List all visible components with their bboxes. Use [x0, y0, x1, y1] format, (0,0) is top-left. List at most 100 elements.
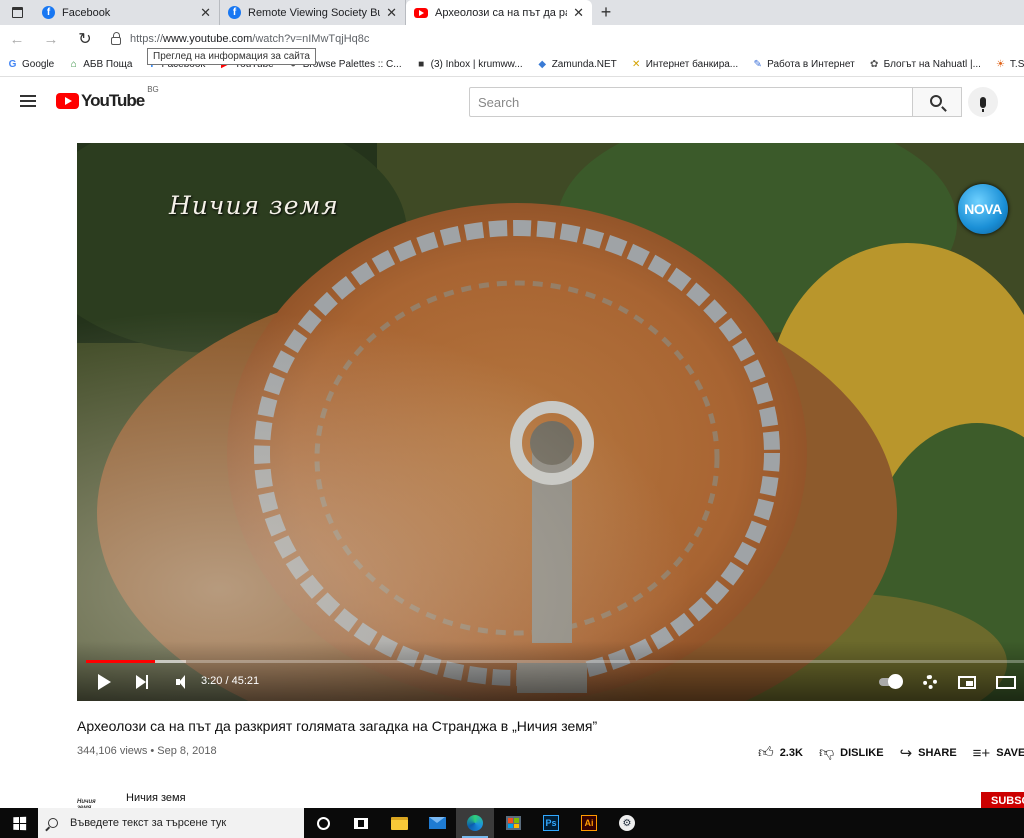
bookmark-label: Zamunda.NET — [551, 59, 617, 70]
url-scheme: https:// — [130, 33, 164, 45]
progress-bar[interactable] — [86, 660, 1024, 663]
bookmark-favicon-icon: G — [8, 59, 17, 70]
bookmark-label: Работа в Интернет — [767, 59, 855, 70]
new-tab-button[interactable]: + — [592, 0, 620, 25]
volume-button[interactable] — [167, 671, 189, 693]
bookmark-favicon-icon: ☀ — [995, 59, 1005, 70]
share-label: SHARE — [918, 747, 957, 759]
miniplayer-button[interactable] — [957, 671, 977, 693]
bookmark-item[interactable]: ✿ Блогът на Nahuatl |... — [862, 59, 988, 70]
bookmark-favicon-icon: ■ — [418, 59, 425, 70]
illustrator-button[interactable]: Ai — [570, 808, 608, 838]
subscribe-button[interactable]: SUBSCRIBE — [981, 792, 1024, 808]
save-button[interactable]: ≡+ SAVE — [973, 745, 1024, 762]
played-fill — [86, 660, 155, 663]
voice-search-button[interactable] — [968, 87, 998, 117]
channel-name[interactable]: Ничия земя — [126, 792, 186, 804]
bookmark-item[interactable]: ☀ T.S. Wittelsbach — [988, 59, 1024, 70]
like-button[interactable]: 👍︎ 2.3K — [758, 744, 803, 762]
like-count: 2.3K — [779, 747, 803, 759]
bookmark-label: Google — [22, 59, 55, 70]
bookmark-item[interactable]: ■ (3) Inbox | krumww... — [409, 59, 530, 70]
autoplay-toggle[interactable] — [875, 671, 905, 693]
video-title: Археолози са на път да разкрият голямата… — [77, 718, 598, 734]
edge-button[interactable] — [456, 808, 494, 838]
reload-icon[interactable]: ↻ — [68, 29, 102, 49]
search-input[interactable] — [478, 94, 912, 110]
tab-facebook[interactable]: f Facebook ✕ — [34, 0, 220, 25]
tab-title: Археолози са на път да разкрият — [435, 6, 567, 19]
share-button[interactable]: ↪ SHARE — [900, 744, 957, 762]
bookmark-favicon-icon: ✎ — [753, 59, 762, 70]
logo-text: YouTube — [81, 91, 145, 110]
search-button[interactable] — [912, 87, 962, 117]
time-display: 3:20 / 45:21 — [201, 675, 260, 687]
next-button[interactable] — [131, 671, 153, 693]
channel-watermark-logo: NOVA — [958, 184, 1008, 234]
steam-button[interactable]: ⚙ — [608, 808, 646, 838]
bookmark-item[interactable]: ◆ Zamunda.NET — [530, 59, 624, 70]
bookmark-favicon-icon: ◆ — [538, 59, 547, 70]
youtube-header: YouTube BG — [0, 77, 1024, 125]
forward-arrow-icon[interactable]: → — [34, 31, 68, 48]
tab-remote-viewing[interactable]: f Remote Viewing Society Bulgaria ✕ — [220, 0, 406, 25]
youtube-logo[interactable]: YouTube BG — [56, 85, 159, 111]
play-button[interactable] — [93, 671, 115, 693]
bookmark-label: Browse Palettes :: C... — [302, 59, 402, 70]
facebook-icon: f — [228, 6, 241, 19]
close-tab-icon[interactable]: ✕ — [386, 5, 397, 21]
video-player[interactable]: Ничия земя NOVA 3:20 / 45:21 — [77, 143, 1024, 701]
volume-icon — [176, 675, 185, 689]
windows-logo-icon — [12, 816, 26, 830]
menu-icon[interactable] — [0, 95, 56, 107]
task-view-button[interactable] — [342, 808, 380, 838]
country-code: BG — [147, 85, 159, 94]
mail-button[interactable] — [418, 808, 456, 838]
search-icon — [48, 818, 58, 828]
current-time: 3:20 — [201, 675, 223, 687]
share-icon: ↪ — [899, 745, 913, 762]
bookmark-item[interactable]: ✎ Работа в Интернет — [745, 59, 862, 70]
bookmark-favicon-icon: ✿ — [869, 59, 879, 70]
windows-taskbar: Въведете текст за търсене тук Ps Ai ⚙ — [0, 808, 1024, 838]
tab-youtube-video[interactable]: Археолози са на път да разкрият ✕ — [406, 0, 592, 25]
steam-icon: ⚙ — [619, 815, 635, 831]
cortana-button[interactable] — [304, 808, 342, 838]
bookmark-label: Блогът на Nahuatl |... — [883, 59, 981, 70]
photoshop-button[interactable]: Ps — [532, 808, 570, 838]
bookmark-label: АБВ Поща — [83, 59, 133, 70]
task-view-icon — [354, 817, 368, 829]
close-tab-icon[interactable]: ✕ — [200, 5, 211, 21]
view-count: 344,106 views — [77, 745, 148, 757]
thumbs-up-icon: 👍︎ — [758, 744, 774, 761]
tab-actions-menu-icon[interactable] — [0, 0, 34, 25]
lock-icon[interactable] — [102, 30, 130, 48]
bookmark-label: Интернет банкира... — [645, 59, 739, 70]
duration: 45:21 — [231, 675, 260, 687]
theater-mode-button[interactable] — [994, 671, 1018, 693]
miniplayer-icon — [958, 675, 976, 689]
store-icon — [505, 816, 521, 830]
youtube-play-icon — [56, 93, 79, 109]
microphone-icon — [980, 96, 986, 112]
upload-date: Sep 8, 2018 — [157, 745, 217, 757]
bookmark-label: (3) Inbox | krumww... — [430, 59, 523, 70]
store-button[interactable] — [494, 808, 532, 838]
back-arrow-icon[interactable]: ← — [0, 31, 34, 48]
video-overlay-title: Ничия земя — [169, 191, 339, 220]
bookmark-item[interactable]: ⌂ АБВ Поща — [61, 59, 139, 70]
browser-tab-strip: f Facebook ✕ f Remote Viewing Society Bu… — [0, 0, 1024, 25]
close-tab-icon[interactable]: ✕ — [573, 5, 584, 21]
video-actions: 👍︎ 2.3K 👎︎ DISLIKE ↪ SHARE ≡+ SAVE — [758, 744, 1024, 762]
illustrator-icon: Ai — [581, 815, 597, 831]
settings-button[interactable] — [920, 671, 940, 693]
taskbar-search[interactable]: Въведете текст за търсене тук — [38, 808, 304, 838]
url-field[interactable]: https://www.youtube.com/watch?v=nIMwTqjH… — [130, 33, 369, 45]
bookmark-favicon-icon: ✕ — [632, 59, 641, 70]
file-explorer-button[interactable] — [380, 808, 418, 838]
bookmark-label: T.S. Wittelsbach — [1009, 59, 1024, 70]
start-button[interactable] — [0, 808, 38, 838]
bookmark-item[interactable]: G Google — [0, 59, 61, 70]
bookmark-item[interactable]: ✕ Интернет банкира... — [624, 59, 745, 70]
dislike-button[interactable]: 👎︎ DISLIKE — [819, 744, 884, 762]
